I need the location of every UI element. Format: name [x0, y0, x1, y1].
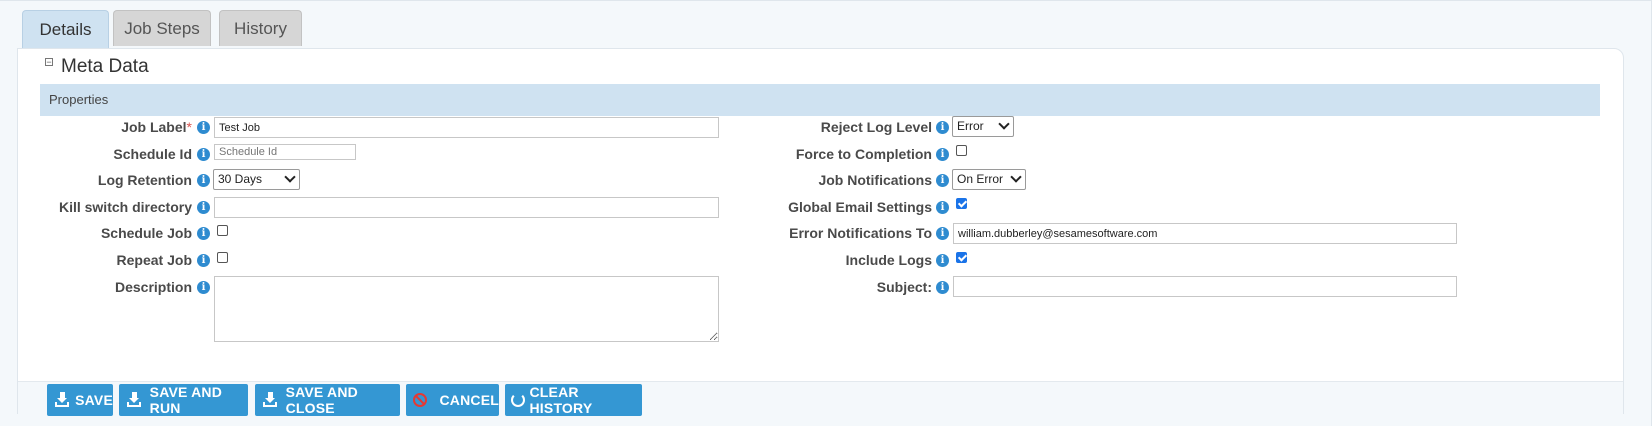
kill-switch-label: Kill switch directory — [58, 199, 192, 215]
save-button-label: SAVE — [75, 392, 113, 408]
schedule-job-checkbox[interactable] — [217, 225, 228, 236]
force-completion-label: Force to Completion — [795, 146, 932, 162]
error-notifications-label: Error Notifications To — [789, 225, 932, 241]
save-and-close-button[interactable]: SAVE AND CLOSE — [255, 384, 400, 416]
repeat-job-label: Repeat Job — [116, 252, 192, 268]
save-button[interactable]: SAVE — [47, 384, 113, 416]
section-title: Meta Data — [61, 56, 149, 77]
log-retention-value: 30 Days — [218, 172, 263, 186]
schedule-job-label: Schedule Job — [100, 225, 192, 241]
info-icon[interactable]: i — [197, 121, 210, 134]
cancel-button[interactable]: CANCEL — [406, 384, 499, 416]
global-email-checkbox[interactable] — [956, 198, 967, 209]
reject-log-level-label: Reject Log Level — [820, 119, 932, 135]
chevron-down-icon — [284, 171, 296, 183]
subject-label: Subject: — [876, 279, 932, 295]
chevron-down-icon — [998, 118, 1010, 130]
cancel-icon — [412, 392, 427, 408]
job-notifications-value: On Error — [957, 172, 1004, 186]
required-marker: * — [186, 119, 192, 135]
properties-header: Properties — [40, 84, 1600, 116]
job-label-input[interactable] — [214, 117, 719, 138]
refresh-icon — [510, 392, 526, 408]
job-label-label: Job Label* — [121, 119, 192, 135]
log-retention-label: Log Retention — [97, 172, 192, 188]
info-icon[interactable]: i — [197, 201, 210, 214]
chevron-down-icon — [1010, 171, 1022, 183]
tab-job-steps[interactable]: Job Steps — [113, 10, 211, 46]
clear-history-button[interactable]: CLEAR HISTORY — [505, 384, 642, 416]
info-icon[interactable]: i — [197, 174, 210, 187]
force-completion-checkbox[interactable] — [956, 145, 967, 156]
info-icon[interactable]: i — [936, 254, 949, 267]
top-border — [0, 0, 1652, 1]
info-icon[interactable]: i — [936, 201, 949, 214]
schedule-id-label: Schedule Id — [113, 146, 192, 162]
repeat-job-checkbox[interactable] — [217, 252, 228, 263]
schedule-id-input[interactable] — [214, 144, 356, 160]
info-icon[interactable]: i — [197, 148, 210, 161]
info-icon[interactable]: i — [936, 121, 949, 134]
error-notifications-input[interactable] — [953, 223, 1457, 244]
cancel-label: CANCEL — [439, 392, 499, 408]
download-icon — [127, 392, 142, 408]
clear-history-label: CLEAR HISTORY — [529, 384, 593, 416]
global-email-label: Global Email Settings — [788, 199, 932, 215]
download-icon — [263, 392, 278, 408]
description-label: Description — [114, 279, 192, 295]
tab-history[interactable]: History — [219, 10, 302, 46]
tab-details[interactable]: Details — [22, 10, 109, 49]
info-icon[interactable]: i — [197, 227, 210, 240]
description-textarea[interactable] — [214, 276, 719, 342]
info-icon[interactable]: i — [936, 227, 949, 240]
kill-switch-input[interactable] — [214, 197, 719, 218]
info-icon[interactable]: i — [936, 281, 949, 294]
info-icon[interactable]: i — [197, 254, 210, 267]
include-logs-checkbox[interactable] — [956, 252, 967, 263]
job-notifications-label: Job Notifications — [818, 172, 932, 188]
log-retention-select[interactable]: 30 Days — [213, 169, 300, 190]
info-icon[interactable]: i — [936, 148, 949, 161]
info-icon[interactable]: i — [936, 174, 949, 187]
include-logs-label: Include Logs — [845, 252, 932, 268]
save-and-close-label: SAVE AND CLOSE — [285, 384, 358, 416]
collapse-icon[interactable]: − — [45, 58, 53, 67]
download-icon — [55, 392, 69, 408]
reject-log-level-select[interactable]: Error — [952, 116, 1014, 137]
reject-log-level-value: Error — [957, 119, 984, 133]
job-notifications-select[interactable]: On Error — [952, 169, 1026, 190]
save-and-run-label: SAVE AND RUN — [149, 384, 223, 416]
subject-input[interactable] — [953, 276, 1457, 297]
info-icon[interactable]: i — [197, 281, 210, 294]
save-and-run-button[interactable]: SAVE AND RUN — [119, 384, 248, 416]
